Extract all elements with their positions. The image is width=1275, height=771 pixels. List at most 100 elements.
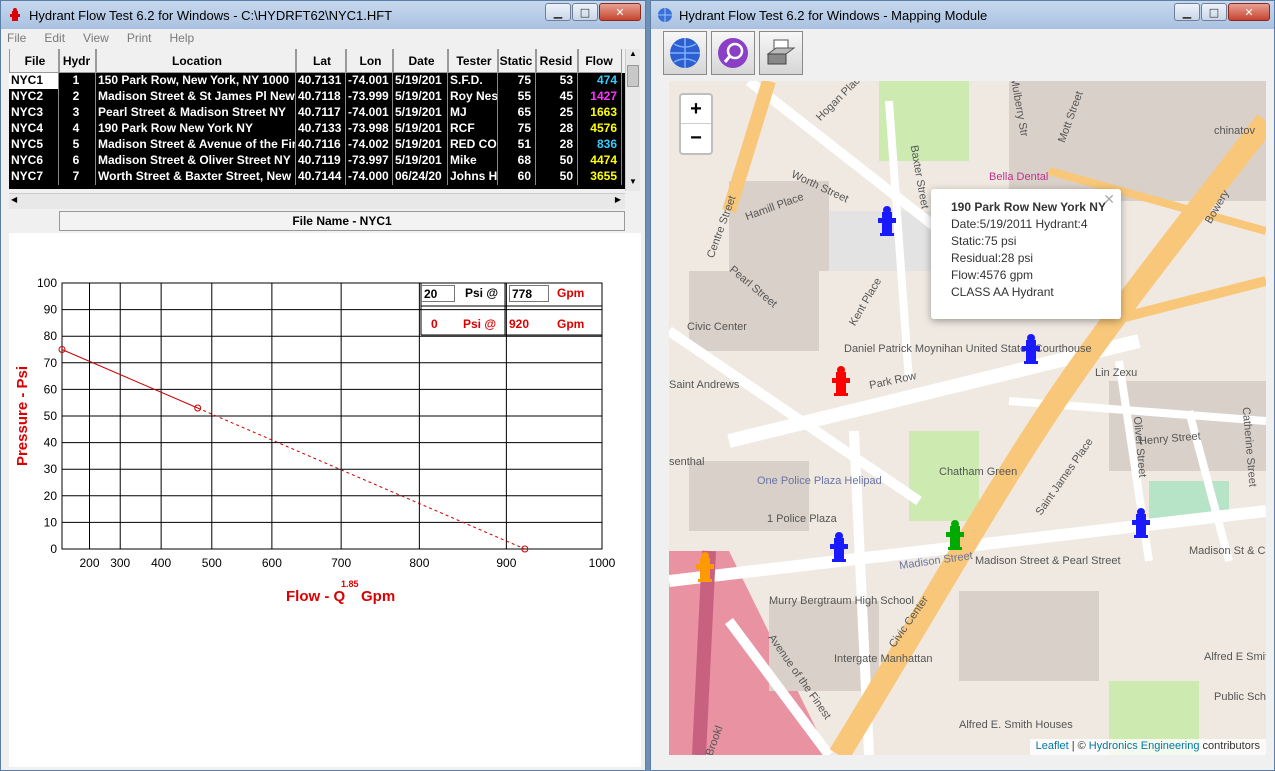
table-row[interactable]: NYC6 6 Madison Street & Oliver Street NY 40… — [9, 153, 625, 169]
print-button[interactable] — [759, 31, 803, 75]
fire-hydrant-icon[interactable] — [877, 205, 897, 237]
cell-static: 55 — [498, 89, 536, 105]
fire-hydrant-icon[interactable] — [945, 519, 965, 551]
x-tick-label: 900 — [496, 556, 516, 570]
scroll-right-arrow[interactable]: ▶ — [615, 195, 621, 204]
maximize-button[interactable]: □ — [572, 3, 598, 21]
map-minimize-button[interactable]: ▁ — [1174, 3, 1200, 21]
map-label: senthal — [669, 456, 705, 468]
table-row[interactable]: NYC3 3 Pearl Street & Madison Street NY 40.… — [9, 105, 625, 121]
map-label: chinatov — [1214, 125, 1255, 137]
col-flow[interactable]: Flow — [578, 49, 622, 73]
x-tick-label: 500 — [202, 556, 222, 570]
menu-file[interactable]: File — [7, 31, 26, 45]
col-location[interactable]: Location — [96, 49, 296, 73]
cell-tester: Johns H — [450, 169, 498, 185]
hydrant-table: File Hydr Location Lat Lon Date Tester S… — [9, 49, 625, 189]
popup-residual: Residual:28 psi — [951, 251, 1034, 265]
map-label: Civic Center — [687, 321, 747, 333]
cell-flow: 1427 — [578, 89, 622, 105]
y-tick-label: 50 — [44, 409, 58, 423]
menu-edit[interactable]: Edit — [44, 31, 65, 45]
y-tick-label: 0 — [50, 542, 57, 556]
magnify-globe-icon — [718, 38, 748, 68]
fire-hydrant-icon[interactable] — [831, 365, 851, 397]
fire-hydrant-icon[interactable] — [1131, 507, 1151, 539]
x-axis-label: Flow - Q — [286, 588, 345, 605]
scroll-thumb[interactable] — [627, 65, 639, 87]
popup-flow: Flow:4576 gpm — [951, 268, 1034, 282]
col-static[interactable]: Static — [498, 49, 536, 73]
map-label: Saint Andrews — [669, 379, 740, 391]
table-row[interactable]: NYC4 4 190 Park Row New York NY 40.7133 -73.… — [9, 121, 625, 137]
cell-hydr: 1 — [59, 73, 96, 89]
cell-hydr: 5 — [59, 137, 96, 153]
cell-resid: 28 — [536, 137, 578, 153]
col-date[interactable]: Date — [393, 49, 448, 73]
map-label: Lin Zexu — [1095, 367, 1138, 379]
gpm-input[interactable] — [509, 285, 549, 302]
minimize-button[interactable]: ▁ — [545, 3, 571, 21]
y-tick-label: 40 — [44, 436, 58, 450]
hydrant-app-icon — [10, 8, 20, 21]
zoom-in-button[interactable]: + — [681, 95, 711, 124]
map-label: Chatham Green — [939, 466, 1018, 478]
map-label: 1 Police Plaza — [767, 513, 837, 525]
globe-app-icon — [658, 8, 672, 22]
popup-close-icon[interactable]: ✕ — [1103, 191, 1115, 208]
psi-input[interactable] — [421, 285, 455, 302]
table-row[interactable]: NYC2 2 Madison Street & St James Pl New Y4… — [9, 89, 625, 105]
leaflet-link[interactable]: Leaflet — [1036, 740, 1069, 752]
menu-view[interactable]: View — [83, 31, 109, 45]
map-close-button[interactable]: ✕ — [1228, 3, 1270, 21]
col-hydr[interactable]: Hydr — [59, 49, 96, 73]
map-title: Hydrant Flow Test 6.2 for Windows - Mapp… — [679, 7, 988, 23]
y-axis-label: Pressure - Psi — [14, 366, 31, 466]
cell-resid: 45 — [536, 89, 578, 105]
zoom-out-button[interactable]: − — [681, 124, 711, 153]
col-lat[interactable]: Lat — [296, 49, 346, 73]
globe-button[interactable] — [663, 31, 707, 75]
gpm-label: Gpm — [557, 286, 585, 300]
scroll-left-arrow[interactable]: ◀ — [11, 195, 17, 204]
col-resid[interactable]: Resid — [536, 49, 578, 73]
table-row[interactable]: NYC7 7 Worth Street & Baxter Street, New 40… — [9, 169, 625, 185]
scroll-down-arrow[interactable]: ▼ — [626, 177, 640, 191]
cell-location: Worth Street & Baxter Street, New — [96, 169, 296, 185]
menu-print[interactable]: Print — [127, 31, 152, 45]
popup-title: 190 Park Row New York NY — [951, 200, 1106, 214]
cell-location: 190 Park Row New York NY — [96, 121, 296, 137]
cell-lat: 40.7116 — [296, 137, 346, 153]
close-button[interactable]: ✕ — [599, 3, 641, 21]
fire-hydrant-icon[interactable] — [829, 531, 849, 563]
cell-date: 5/19/201 — [393, 121, 448, 137]
cell-location: Madison Street & St James Pl New Y — [98, 89, 296, 105]
cell-date: 5/19/201 — [393, 153, 448, 169]
file-name-label: File Name - NYC1 — [59, 211, 625, 231]
main-title-bar[interactable]: Hydrant Flow Test 6.2 for Windows - C:\H… — [1, 1, 645, 29]
zoom-control: + − — [679, 93, 713, 155]
table-horizontal-scrollbar[interactable]: ◀ ▶ — [9, 193, 625, 209]
table-row[interactable]: NYC1 1 150 Park Row, New York, NY 1000 40.7… — [9, 73, 625, 89]
map-maximize-button[interactable]: □ — [1201, 3, 1227, 21]
col-lon[interactable]: Lon — [346, 49, 393, 73]
table-vertical-scrollbar[interactable]: ▲ ▼ — [625, 49, 640, 191]
fire-hydrant-icon[interactable] — [695, 551, 715, 583]
zoom-globe-button[interactable] — [711, 31, 755, 75]
hydronics-link[interactable]: Hydronics Engineering — [1089, 740, 1200, 752]
map-title-bar[interactable]: Hydrant Flow Test 6.2 for Windows - Mapp… — [651, 1, 1274, 29]
cell-file: NYC6 — [9, 153, 59, 169]
menu-help[interactable]: Help — [170, 31, 195, 45]
col-file[interactable]: File — [9, 49, 59, 73]
table-row[interactable]: NYC5 5 Madison Street & Avenue of the Fir 4… — [9, 137, 625, 153]
map-toolbar — [651, 29, 1274, 77]
scroll-up-arrow[interactable]: ▲ — [626, 49, 640, 63]
cell-resid: 28 — [536, 121, 578, 137]
cell-tester: MJ — [448, 105, 498, 121]
fire-hydrant-icon[interactable] — [1021, 333, 1041, 365]
col-tester[interactable]: Tester — [448, 49, 498, 73]
map-view[interactable]: + − Hogan Place Worth Street Baxter Street… — [669, 81, 1266, 755]
x-tick-label: 800 — [409, 556, 429, 570]
cell-flow: 1663 — [578, 105, 622, 121]
psi-at-label: Psi @ — [465, 286, 499, 300]
